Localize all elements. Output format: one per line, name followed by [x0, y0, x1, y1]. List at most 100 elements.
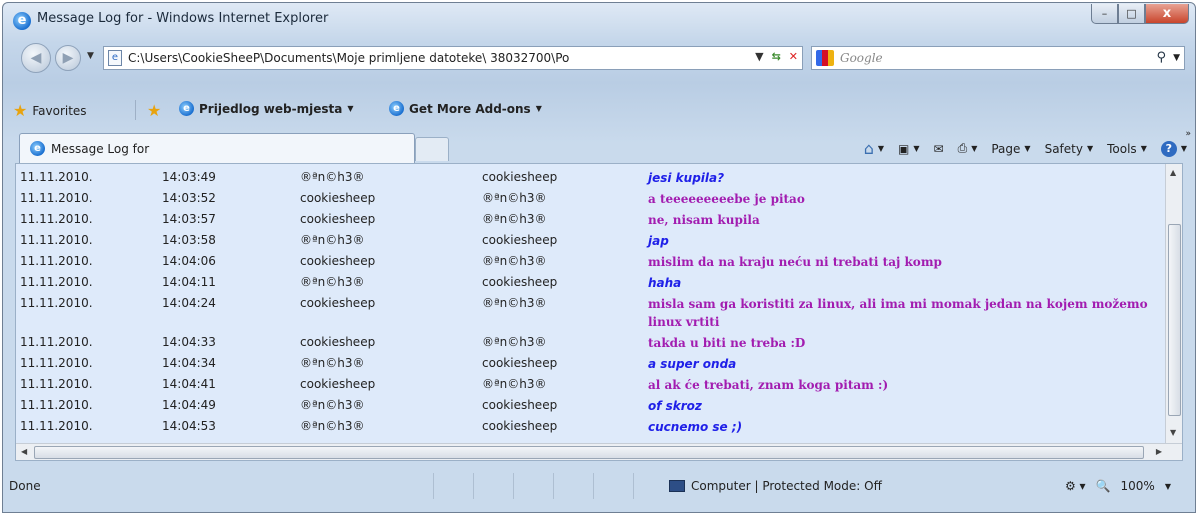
chevron-down-icon[interactable]: ▼: [1165, 482, 1171, 491]
chevron-down-icon: ▼: [877, 144, 885, 153]
add-to-favorites-button[interactable]: ★: [147, 101, 161, 120]
message-date: 11.11.2010.: [20, 170, 93, 184]
message-recipient: cookiesheep: [482, 398, 558, 412]
message-sender: ®ªn©h3®: [300, 233, 365, 247]
security-zone[interactable]: Computer | Protected Mode: Off: [669, 479, 882, 493]
message-row: 11.11.2010. 14:04:11 ®ªn©h3® cookiesheep hah…: [16, 273, 1166, 294]
message-log-content: 11.11.2010. 14:03:49 ®ªn©h3® cookiesheep jes…: [15, 163, 1183, 461]
page-menu-label: Page: [991, 141, 1021, 156]
message-sender: cookiesheep: [300, 254, 376, 268]
scroll-left-icon[interactable]: ◀: [21, 447, 27, 456]
status-text: Done: [9, 479, 41, 493]
home-icon: ⌂: [863, 139, 874, 158]
stop-icon[interactable]: ✕: [789, 50, 798, 63]
address-text[interactable]: C:\Users\CookieSheeP\Documents\Moje prim…: [128, 51, 788, 65]
message-sender: ®ªn©h3®: [300, 419, 365, 433]
message-text: cucnemo se ;): [648, 420, 743, 434]
help-menu[interactable]: ? ▼: [1160, 140, 1187, 157]
message-recipient: ®ªn©h3®: [482, 335, 547, 349]
message-recipient: cookiesheep: [482, 233, 558, 247]
scroll-up-icon[interactable]: ▲: [1170, 168, 1176, 177]
ie-logo-icon: e: [13, 12, 31, 30]
navigation-bar: ◀ ▶ ▼ e C:\Users\CookieSheeP\Documents\M…: [3, 41, 1195, 75]
status-divider: [513, 473, 514, 499]
chevron-down-icon: ▼: [1024, 144, 1031, 153]
message-recipient: cookiesheep: [482, 356, 558, 370]
search-icon[interactable]: ⚲: [1156, 50, 1166, 65]
google-icon: [816, 50, 834, 66]
safety-menu[interactable]: Safety ▼: [1045, 142, 1094, 156]
home-button[interactable]: ⌂ ▼: [864, 139, 884, 158]
get-addons-button[interactable]: e Get More Add-ons ▼: [389, 101, 542, 116]
window-title: Message Log for - Windows Internet Explo…: [37, 11, 329, 26]
message-text: mislim da na kraju neću ni trebati taj k…: [648, 255, 942, 269]
address-dropdown-icon[interactable]: ▼: [755, 50, 763, 63]
message-time: 14:04:34: [162, 356, 216, 370]
message-date: 11.11.2010.: [20, 275, 93, 289]
history-dropdown-icon[interactable]: ▼: [87, 51, 94, 61]
search-box[interactable]: Google ⚲ ▼: [811, 46, 1185, 70]
vertical-scrollbar[interactable]: ▲ ▼: [1165, 164, 1182, 444]
message-time: 14:04:11: [162, 275, 216, 289]
more-commands-icon[interactable]: »: [1185, 129, 1191, 139]
message-text: ne, nisam kupila: [648, 213, 760, 227]
chevron-down-icon: ▼: [913, 144, 920, 153]
message-sender: cookiesheep: [300, 191, 376, 205]
protected-mode-icon[interactable]: ⚙ ▾: [1065, 479, 1086, 493]
print-button[interactable]: ⎙ ▼: [958, 141, 978, 156]
horizontal-scrollbar[interactable]: ◀ ▶: [16, 443, 1182, 460]
message-text: of skroz: [648, 399, 702, 413]
message-recipient: ®ªn©h3®: [482, 254, 547, 268]
tab-title: Message Log for: [51, 141, 150, 156]
message-text: jesi kupila?: [648, 171, 725, 185]
help-icon: ?: [1160, 140, 1177, 157]
add-favorites-icon: ★: [147, 101, 162, 120]
message-recipient: cookiesheep: [482, 275, 558, 289]
page-menu[interactable]: Page ▼: [991, 142, 1030, 156]
print-icon: ⎙: [957, 141, 968, 155]
message-list: 11.11.2010. 14:03:49 ®ªn©h3® cookiesheep jes…: [16, 168, 1166, 438]
favorites-button[interactable]: ★ Favorites: [13, 101, 87, 120]
title-bar[interactable]: e Message Log for - Windows Internet Exp…: [3, 3, 1195, 37]
message-recipient: ®ªn©h3®: [482, 296, 547, 310]
message-recipient: ®ªn©h3®: [482, 191, 547, 205]
maximize-button[interactable]: □: [1118, 4, 1145, 24]
message-time: 14:04:41: [162, 377, 216, 391]
close-button[interactable]: x: [1145, 4, 1189, 24]
refresh-icon[interactable]: ⇆: [772, 50, 781, 63]
feeds-button[interactable]: ▣ ▼: [898, 142, 920, 156]
message-recipient: cookiesheep: [482, 170, 558, 184]
forward-button[interactable]: ▶: [55, 45, 81, 71]
tab-message-log[interactable]: e Message Log for: [19, 133, 415, 163]
zoom-level: 100%: [1120, 479, 1155, 493]
ie-page-icon: e: [179, 101, 194, 116]
horizontal-scroll-thumb[interactable]: [34, 446, 1144, 459]
mail-button[interactable]: ✉: [934, 142, 944, 156]
message-time: 14:03:49: [162, 170, 216, 184]
status-divider: [593, 473, 594, 499]
suggested-sites-button[interactable]: e Prijedlog web-mjesta ▼: [179, 101, 353, 116]
minimize-button[interactable]: –: [1091, 4, 1118, 24]
scroll-down-icon[interactable]: ▼: [1170, 428, 1176, 437]
message-text: haha: [648, 276, 682, 290]
message-recipient: ®ªn©h3®: [482, 212, 547, 226]
search-options-icon[interactable]: ▼: [1173, 53, 1180, 63]
message-row: 11.11.2010. 14:03:49 ®ªn©h3® cookiesheep jes…: [16, 168, 1166, 189]
message-text: a teeeeeeeeebe je pitao: [648, 192, 805, 206]
vertical-scroll-thumb[interactable]: [1168, 224, 1181, 416]
address-bar[interactable]: e C:\Users\CookieSheeP\Documents\Moje pr…: [103, 46, 803, 70]
message-date: 11.11.2010.: [20, 398, 93, 412]
message-row: 11.11.2010. 14:04:24 cookiesheep ®ªn©h3® mis…: [16, 294, 1166, 333]
status-divider: [633, 473, 634, 499]
message-date: 11.11.2010.: [20, 419, 93, 433]
mail-icon: ✉: [933, 141, 944, 156]
message-sender: ®ªn©h3®: [300, 170, 365, 184]
search-input[interactable]: Google: [840, 51, 883, 65]
back-button[interactable]: ◀: [21, 43, 51, 73]
feeds-icon: ▣: [898, 141, 910, 156]
suggested-sites-label: Prijedlog web-mjesta: [199, 101, 343, 116]
tools-menu[interactable]: Tools ▼: [1107, 142, 1147, 156]
zoom-control[interactable]: ⚙ ▾ 🔍 100% ▼: [1065, 479, 1171, 493]
new-tab-button[interactable]: [415, 137, 449, 161]
scroll-right-icon[interactable]: ▶: [1156, 447, 1162, 456]
